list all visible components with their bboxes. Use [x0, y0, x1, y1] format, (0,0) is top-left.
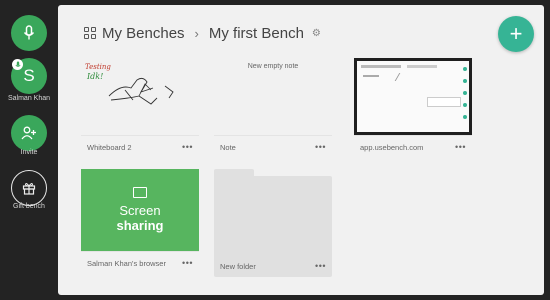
whiteboard-text-line: Idk! [86, 72, 103, 81]
mic-status-badge [12, 59, 23, 70]
card-website[interactable]: app.usebench.com ••• [354, 58, 472, 152]
card-title[interactable]: app.usebench.com [360, 143, 423, 152]
card-title[interactable]: Salman Khan's browser [87, 259, 166, 268]
more-options-icon[interactable]: ••• [315, 143, 326, 152]
card-title[interactable]: Whiteboard 2 [87, 143, 132, 152]
more-options-icon[interactable]: ••• [455, 143, 466, 152]
card-footer: app.usebench.com ••• [354, 135, 472, 159]
plus-icon: + [509, 21, 523, 46]
card-whiteboard[interactable]: Testing Idk! Whiteboard 2 ••• [81, 58, 199, 152]
add-user-icon [21, 126, 36, 140]
note-preview: New empty note [214, 58, 332, 135]
screen-share-icon [133, 187, 147, 198]
card-footer: Whiteboard 2 ••• [81, 135, 199, 159]
card-footer: Salman Khan's browser ••• [81, 251, 199, 275]
left-rail: S Salman Khan Invite Gift bench [0, 0, 58, 300]
chevron-right-icon: › [194, 25, 199, 41]
breadcrumb-my-benches[interactable]: My Benches [102, 25, 185, 42]
card-footer: Note ••• [214, 135, 332, 159]
screen-share-preview: Screen sharing [81, 169, 199, 251]
avatar-initial: S [23, 66, 35, 85]
bench-panel: My Benches › My first Bench ⚙ + Testing … [58, 5, 544, 295]
breadcrumb-current-bench: My first Bench [208, 24, 304, 42]
more-options-icon[interactable]: ••• [315, 261, 326, 271]
microphone-icon [23, 25, 35, 40]
gift-icon [22, 183, 36, 195]
whiteboard-preview: Testing Idk! [81, 58, 199, 135]
whiteboard-drawing: Testing Idk! [85, 63, 174, 105]
website-screenshot [354, 58, 472, 135]
gear-icon[interactable]: ⚙ [312, 28, 321, 39]
card-title[interactable]: New folder [220, 262, 256, 271]
card-title[interactable]: Note [220, 143, 236, 152]
microphone-button[interactable] [11, 15, 47, 51]
user-name-label: Salman Khan [7, 95, 51, 102]
gift-bench-label: Gift bench [13, 203, 45, 210]
card-note[interactable]: New empty note Note ••• [214, 58, 332, 152]
grid-icon [84, 27, 96, 39]
gift-bench-button[interactable] [11, 170, 47, 206]
invite-button[interactable] [11, 115, 47, 151]
note-body-text: New empty note [247, 63, 299, 70]
card-footer: New folder ••• [214, 254, 332, 278]
invite-label: Invite [20, 149, 38, 156]
card-screen-share[interactable]: Screen sharing Salman Khan's browser ••• [81, 169, 199, 268]
breadcrumb: My Benches › My first Bench ⚙ [84, 23, 321, 43]
whiteboard-text-line: Testing [85, 63, 111, 71]
more-options-icon[interactable]: ••• [182, 143, 193, 152]
add-item-button[interactable]: + [498, 16, 534, 52]
screen-share-title: Screen [119, 203, 161, 218]
screen-share-subtitle: sharing [116, 218, 164, 233]
more-options-icon[interactable]: ••• [182, 259, 193, 268]
microphone-icon [14, 61, 21, 67]
